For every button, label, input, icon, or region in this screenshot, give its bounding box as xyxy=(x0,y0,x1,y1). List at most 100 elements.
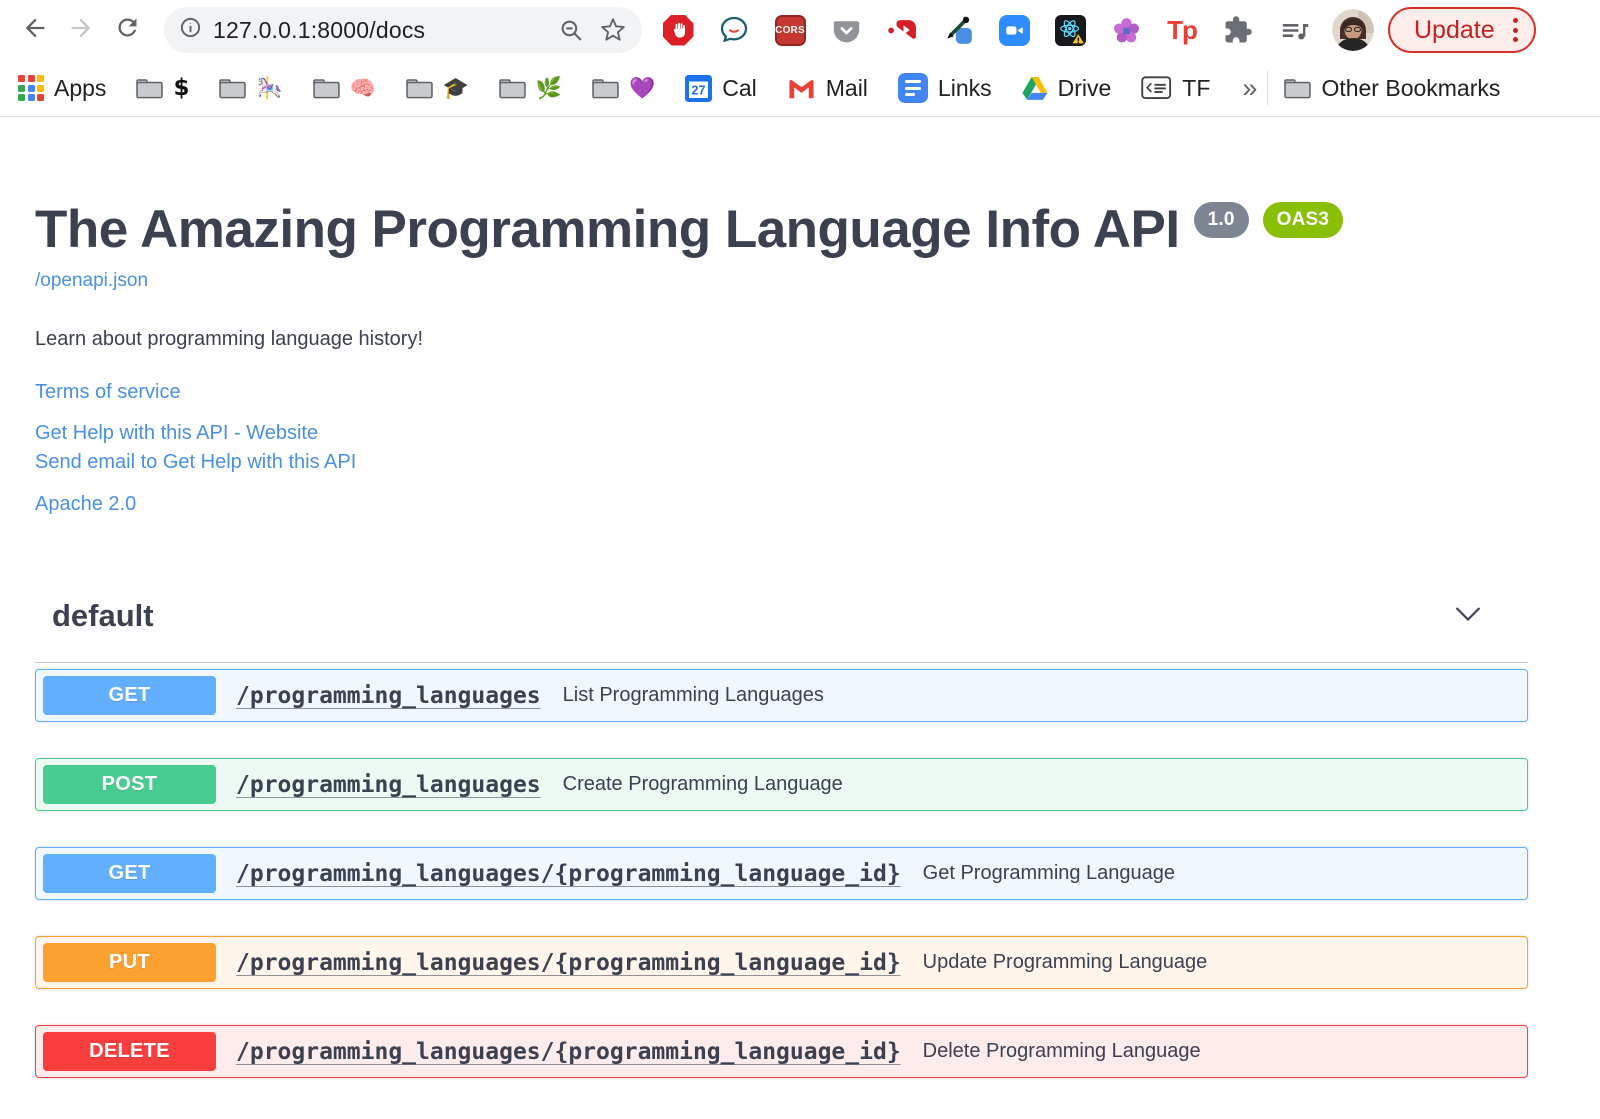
tf-card-icon xyxy=(1141,76,1172,99)
api-title-text: The Amazing Programming Language Info AP… xyxy=(35,200,1180,259)
bookmark-links[interactable]: Links xyxy=(897,73,992,103)
endpoint-row-get-list[interactable]: GET /programming_languages List Programm… xyxy=(35,669,1528,722)
pocket-extension-icon[interactable] xyxy=(818,6,874,54)
extensions-row: CORS Tp xyxy=(650,6,1322,54)
bookmark-calendar[interactable]: 27 Cal xyxy=(685,74,757,102)
red-share-arrow-extension-icon[interactable] xyxy=(874,6,930,54)
react-devtools-extension-icon[interactable] xyxy=(1042,6,1098,54)
apps-label: Apps xyxy=(54,74,107,101)
links-label: Links xyxy=(937,74,992,101)
folder-icon xyxy=(136,78,164,98)
address-bar[interactable]: 127.0.0.1:8000/docs xyxy=(164,7,642,53)
swagger-docs-page: The Amazing Programming Language Info AP… xyxy=(0,117,1600,1078)
bookmarks-bar: Apps $ 🎠 🧠 🎓 🌿 💜 27 Cal Mail Links Drive… xyxy=(0,60,1600,117)
endpoint-path: /programming_languages xyxy=(236,682,541,709)
tag-section-title: default xyxy=(52,598,154,633)
bookmark-folder-brain[interactable]: 🧠 xyxy=(312,75,376,100)
method-badge: GET xyxy=(43,854,216,893)
api-version-badge: 1.0 xyxy=(1193,202,1249,238)
bookmark-mail[interactable]: Mail xyxy=(787,75,868,102)
drive-label: Drive xyxy=(1057,74,1112,101)
license-link[interactable]: Apache 2.0 xyxy=(35,493,1528,516)
chat-bubble-extension-icon[interactable] xyxy=(706,6,762,54)
svg-text:27: 27 xyxy=(692,83,706,97)
tag-section-header[interactable]: default xyxy=(35,598,1528,663)
collapse-chevron-icon[interactable] xyxy=(1454,606,1482,627)
dollar-glyph: $ xyxy=(173,74,190,101)
cors-extension-icon[interactable]: CORS xyxy=(762,6,818,54)
tp-extension-icon[interactable]: Tp xyxy=(1154,6,1210,54)
folder-icon xyxy=(219,78,247,98)
purple-heart-glyph: 💜 xyxy=(629,75,656,100)
mail-label: Mail xyxy=(825,74,868,101)
endpoint-summary: Delete Programming Language xyxy=(922,1040,1201,1062)
bookmark-star-icon[interactable] xyxy=(600,17,626,43)
url-text[interactable]: 127.0.0.1:8000/docs xyxy=(213,17,543,44)
color-picker-extension-icon[interactable] xyxy=(930,6,986,54)
bookmark-folder-dollar[interactable]: $ xyxy=(136,74,190,101)
endpoint-row-delete[interactable]: DELETE /programming_languages/{programmi… xyxy=(35,1025,1528,1078)
endpoint-summary: List Programming Languages xyxy=(562,684,824,706)
contact-website-link[interactable]: Get Help with this API - Website xyxy=(35,419,1528,448)
folder-icon xyxy=(312,78,340,98)
bookmark-folder-herb[interactable]: 🌿 xyxy=(499,75,563,100)
graduation-cap-glyph: 🎓 xyxy=(442,75,469,100)
update-label: Update xyxy=(1414,15,1495,44)
google-drive-icon xyxy=(1022,76,1048,100)
page-title: The Amazing Programming Language Info AP… xyxy=(35,199,1528,260)
extensions-puzzle-icon[interactable] xyxy=(1210,6,1266,54)
endpoint-row-post-create[interactable]: POST /programming_languages Create Progr… xyxy=(35,758,1528,811)
reload-button[interactable] xyxy=(104,7,150,53)
zoom-video-extension-icon[interactable] xyxy=(986,6,1042,54)
page-info-icon[interactable] xyxy=(179,16,202,44)
folder-icon xyxy=(499,78,526,98)
bookmark-folder-graduation[interactable]: 🎓 xyxy=(406,75,469,100)
endpoint-summary: Update Programming Language xyxy=(922,951,1208,973)
api-description: Learn about programming language history… xyxy=(35,328,424,350)
openapi-json-link[interactable]: /openapi.json xyxy=(35,270,148,292)
oas3-badge: OAS3 xyxy=(1262,202,1344,238)
back-arrow-icon xyxy=(21,14,49,47)
terms-of-service-link[interactable]: Terms of service xyxy=(35,381,1528,404)
tf-label: TF xyxy=(1182,74,1211,101)
endpoint-path: /programming_languages xyxy=(236,771,541,798)
zoom-out-icon[interactable] xyxy=(559,18,584,43)
bookmark-folder-purple-heart[interactable]: 💜 xyxy=(592,75,656,100)
purple-flower-extension-icon[interactable] xyxy=(1098,6,1154,54)
browser-toolbar: 127.0.0.1:8000/docs CORS Tp Update xyxy=(0,0,1600,60)
endpoint-summary: Create Programming Language xyxy=(562,773,843,795)
links-list-icon xyxy=(897,73,928,103)
other-bookmarks[interactable]: Other Bookmarks xyxy=(1284,75,1500,102)
forward-button[interactable] xyxy=(58,7,104,53)
method-badge: POST xyxy=(43,765,216,804)
back-button[interactable] xyxy=(12,7,58,53)
brain-glyph: 🧠 xyxy=(349,75,376,100)
media-playlist-icon[interactable] xyxy=(1266,6,1322,54)
method-badge: PUT xyxy=(43,943,216,982)
bookmark-folder-carousel-horse[interactable]: 🎠 xyxy=(219,77,283,99)
profile-avatar[interactable] xyxy=(1332,9,1374,51)
folder-icon xyxy=(406,78,433,98)
bookmark-tf[interactable]: TF xyxy=(1141,75,1210,102)
endpoint-path: /programming_languages/{programming_lang… xyxy=(236,1038,901,1065)
chrome-update-button[interactable]: Update xyxy=(1388,7,1536,53)
adblock-extension-icon[interactable] xyxy=(650,6,706,54)
browser-menu-kebab-icon[interactable] xyxy=(1512,18,1518,42)
contact-email-link[interactable]: Send email to Get Help with this API xyxy=(35,448,1528,477)
endpoint-path: /programming_languages/{programming_lang… xyxy=(236,949,901,976)
bookmarks-overflow-chevron[interactable]: » xyxy=(1242,73,1257,104)
apps-grid-icon xyxy=(18,75,44,101)
herb-glyph: 🌿 xyxy=(535,75,563,100)
bookmarks-divider xyxy=(1267,71,1269,105)
method-badge: GET xyxy=(43,676,216,715)
other-bookmarks-label: Other Bookmarks xyxy=(1321,74,1501,101)
endpoint-row-get-one[interactable]: GET /programming_languages/{programming_… xyxy=(35,847,1528,900)
bookmark-apps[interactable]: Apps xyxy=(18,75,106,102)
reload-icon xyxy=(114,14,141,46)
google-calendar-icon: 27 xyxy=(685,74,713,102)
folder-icon xyxy=(1284,78,1312,98)
endpoint-row-put-update[interactable]: PUT /programming_languages/{programming_… xyxy=(35,936,1528,989)
bookmark-drive[interactable]: Drive xyxy=(1022,74,1112,102)
endpoint-summary: Get Programming Language xyxy=(922,862,1176,884)
calendar-label: Cal xyxy=(722,74,757,101)
